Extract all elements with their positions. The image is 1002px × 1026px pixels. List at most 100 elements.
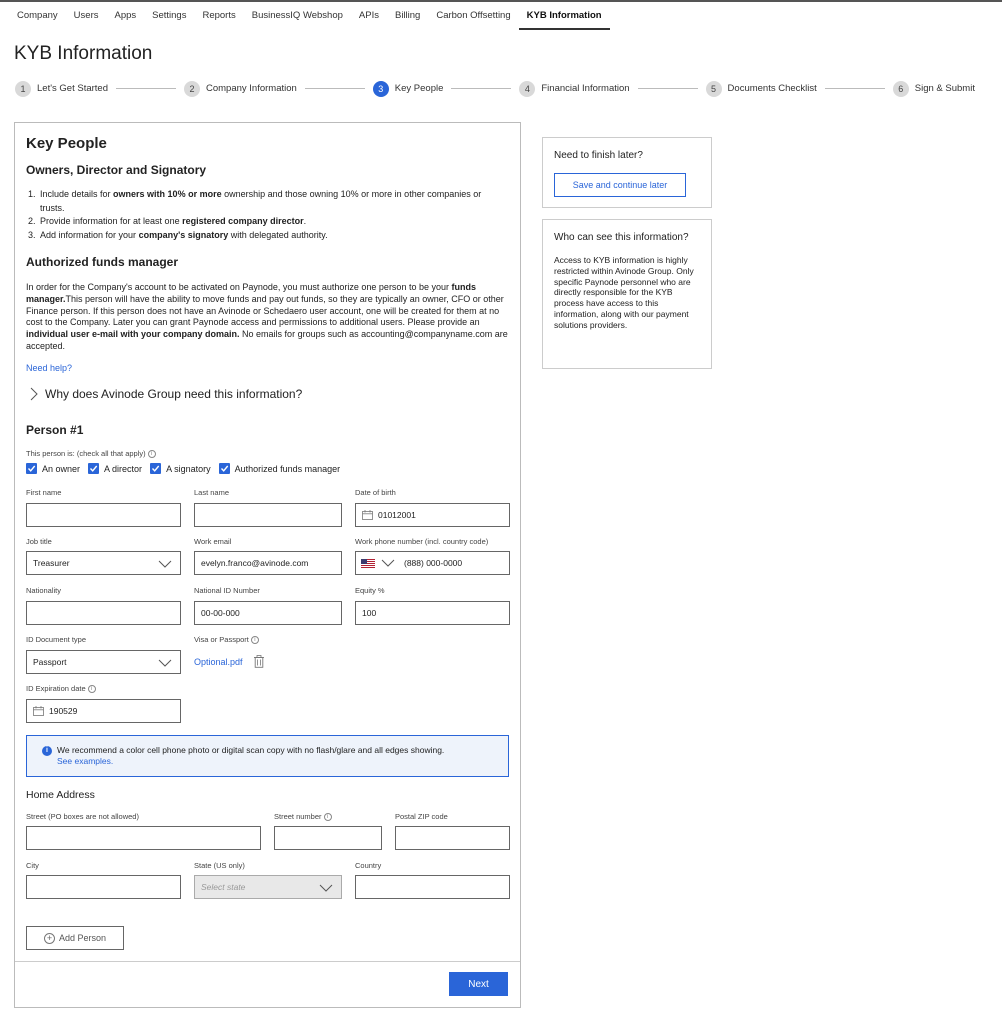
job-title-label: Job title <box>26 537 52 546</box>
why-label: Why does Avinode Group need this informa… <box>45 387 303 401</box>
step-documents-checklist[interactable]: 5 Documents Checklist <box>705 80 817 97</box>
nav-kyb-information[interactable]: KYB Information <box>518 2 610 30</box>
street-field[interactable] <box>26 826 261 850</box>
need-help-link[interactable]: Need help? <box>26 363 72 373</box>
nav-reports[interactable]: Reports <box>194 2 243 30</box>
step-financial-information[interactable]: 4 Financial Information <box>519 80 630 97</box>
work-phone-field[interactable]: (888) 000-0000 <box>355 551 510 575</box>
id-expiration-value: 190529 <box>49 706 78 716</box>
nav-users[interactable]: Users <box>66 2 107 30</box>
city-label: City <box>26 861 39 870</box>
calendar-icon <box>362 510 373 520</box>
list-item: 1. Include details for owners with 10% or… <box>28 189 482 213</box>
dob-value: 01012001 <box>378 510 416 520</box>
id-expiration-label: ID Expiration date i <box>26 684 96 694</box>
info-icon: i <box>250 636 259 645</box>
owners-heading: Owners, Director and Signatory <box>26 163 207 177</box>
dob-field[interactable]: 01012001 <box>355 503 510 527</box>
checkmark-icon <box>218 463 230 474</box>
next-button[interactable]: Next <box>449 972 508 996</box>
step-connector <box>824 88 885 89</box>
funds-manager-text: In order for the Company's account to be… <box>26 282 508 351</box>
role-checkboxes: An owner A director A signatory Authoriz… <box>26 463 348 474</box>
checkbox-signatory[interactable]: A signatory <box>150 463 211 474</box>
id-expiration-field[interactable]: 190529 <box>26 699 181 723</box>
finish-later-title: Need to finish later? <box>554 150 643 161</box>
add-person-label: Add Person <box>58 933 107 943</box>
card-footer: Next <box>15 961 520 1007</box>
nav-carbon-offsetting[interactable]: Carbon Offsetting <box>428 2 518 30</box>
step-connector <box>304 88 365 89</box>
privacy-card: Who can see this information? Access to … <box>542 219 712 369</box>
info-icon: i <box>323 813 332 822</box>
step-connector <box>116 88 176 89</box>
checkmark-icon <box>88 463 100 474</box>
equity-field[interactable]: 100 <box>355 601 510 625</box>
checkbox-funds-manager[interactable]: Authorized funds manager <box>218 463 340 474</box>
chevron-down-icon <box>158 659 172 667</box>
chevron-down-icon[interactable] <box>381 558 395 568</box>
nav-company[interactable]: Company <box>9 2 66 30</box>
step-key-people[interactable]: 3 Key People <box>372 80 444 97</box>
privacy-text: Access to KYB information is highly rest… <box>554 255 694 330</box>
info-icon: i <box>42 746 52 756</box>
key-people-card: Key People Owners, Director and Signator… <box>14 122 521 1008</box>
step-label: Financial Information <box>541 83 630 94</box>
step-connector <box>451 88 512 89</box>
nav-apps[interactable]: Apps <box>106 2 144 30</box>
add-person-button[interactable]: + Add Person <box>26 926 124 950</box>
info-icon: i <box>87 685 96 694</box>
stepper: 1 Let's Get Started 2 Company Informatio… <box>15 80 975 97</box>
nationality-field[interactable] <box>26 601 181 625</box>
step-sign-and-submit[interactable]: 6 Sign & Submit <box>892 80 975 97</box>
work-phone-value: (888) 000-0000 <box>404 558 463 568</box>
step-company-information[interactable]: 2 Company Information <box>183 80 297 97</box>
nationality-label: Nationality <box>26 586 62 595</box>
postal-code-field[interactable] <box>395 826 510 850</box>
step-number: 5 <box>705 80 722 97</box>
state-select[interactable]: Select state <box>194 875 342 899</box>
nav-billing[interactable]: Billing <box>387 2 428 30</box>
checkbox-owner[interactable]: An owner <box>26 463 80 474</box>
privacy-title: Who can see this information? <box>554 232 689 243</box>
national-id-field[interactable]: 00-00-000 <box>194 601 342 625</box>
country-label: Country <box>355 861 382 870</box>
work-email-field[interactable]: evelyn.franco@avinode.com <box>194 551 342 575</box>
funds-manager-heading: Authorized funds manager <box>26 255 179 269</box>
person-heading: Person #1 <box>26 423 84 437</box>
street-number-field[interactable] <box>274 826 382 850</box>
trash-icon[interactable] <box>253 655 265 668</box>
chevron-right-icon <box>30 387 38 401</box>
step-label: Key People <box>394 83 444 94</box>
nav-businessiq-webshop[interactable]: BusinessIQ Webshop <box>244 2 351 30</box>
step-number: 3 <box>372 80 389 97</box>
job-title-select[interactable]: Treasurer <box>26 551 181 575</box>
step-label: Documents Checklist <box>727 83 817 94</box>
first-name-label: First name <box>26 488 62 497</box>
street-label: Street (PO boxes are not allowed) <box>26 812 139 821</box>
step-label: Let's Get Started <box>37 83 108 94</box>
last-name-field[interactable] <box>194 503 342 527</box>
nav-apis[interactable]: APIs <box>351 2 387 30</box>
notice-text: We recommend a color cell phone photo or… <box>57 745 445 755</box>
first-name-field[interactable] <box>26 503 181 527</box>
country-field[interactable] <box>355 875 510 899</box>
last-name-label: Last name <box>194 488 230 497</box>
street-number-label: Street number i <box>274 812 332 822</box>
why-expander[interactable]: Why does Avinode Group need this informa… <box>29 387 302 401</box>
step-label: Sign & Submit <box>914 83 975 94</box>
visa-file-link[interactable]: Optional.pdf <box>194 657 243 667</box>
see-examples-link[interactable]: See examples. <box>57 756 113 766</box>
calendar-icon <box>33 706 44 716</box>
city-field[interactable] <box>26 875 181 899</box>
step-number: 1 <box>15 80 31 97</box>
step-connector <box>637 88 698 89</box>
nav-settings[interactable]: Settings <box>144 2 194 30</box>
equity-label: Equity % <box>355 586 385 595</box>
step-lets-get-started[interactable]: 1 Let's Get Started <box>15 80 108 97</box>
checkmark-icon <box>150 463 162 474</box>
page-title: KYB Information <box>14 43 153 64</box>
id-document-type-select[interactable]: Passport <box>26 650 181 674</box>
checkbox-director[interactable]: A director <box>88 463 142 474</box>
save-continue-later-button[interactable]: Save and continue later <box>554 173 686 197</box>
